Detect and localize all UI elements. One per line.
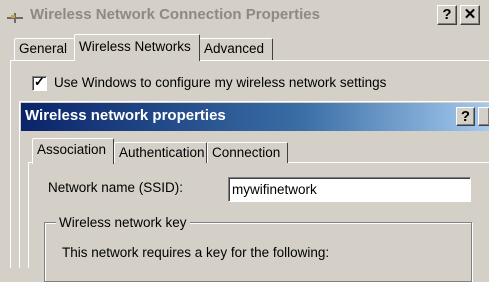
tab-authentication[interactable]: Authentication bbox=[114, 142, 207, 163]
key-requirement-text: This network requires a key for the foll… bbox=[62, 245, 330, 260]
tab-wireless-networks[interactable]: Wireless Networks bbox=[74, 34, 200, 61]
inner-dialog-title: Wireless network properties bbox=[25, 107, 226, 124]
tab-association[interactable]: Association bbox=[32, 138, 114, 164]
ssid-input[interactable] bbox=[228, 177, 471, 202]
inner-close-button[interactable] bbox=[478, 107, 489, 126]
tab-advanced[interactable]: Advanced bbox=[199, 38, 273, 60]
inner-title-bar: Wireless network properties bbox=[21, 103, 489, 131]
tab-connection[interactable]: Connection bbox=[207, 142, 288, 163]
tab-general[interactable]: General bbox=[14, 38, 76, 60]
checkmark-icon: ✓ bbox=[34, 74, 45, 89]
use-windows-checkbox[interactable]: ✓ bbox=[32, 74, 47, 91]
network-connection-icon bbox=[7, 13, 23, 23]
help-button[interactable]: ? bbox=[437, 5, 457, 25]
wireless-network-key-legend: Wireless network key bbox=[56, 215, 190, 230]
use-windows-checkbox-label[interactable]: Use Windows to configure my wireless net… bbox=[54, 75, 386, 90]
outer-window-title: Wireless Network Connection Properties bbox=[30, 6, 320, 23]
outer-title-bar: Wireless Network Connection Properties bbox=[0, 0, 489, 32]
close-button[interactable]: ✕ bbox=[460, 5, 480, 25]
ssid-label: Network name (SSID): bbox=[48, 180, 184, 195]
inner-help-button[interactable]: ? bbox=[456, 107, 475, 126]
